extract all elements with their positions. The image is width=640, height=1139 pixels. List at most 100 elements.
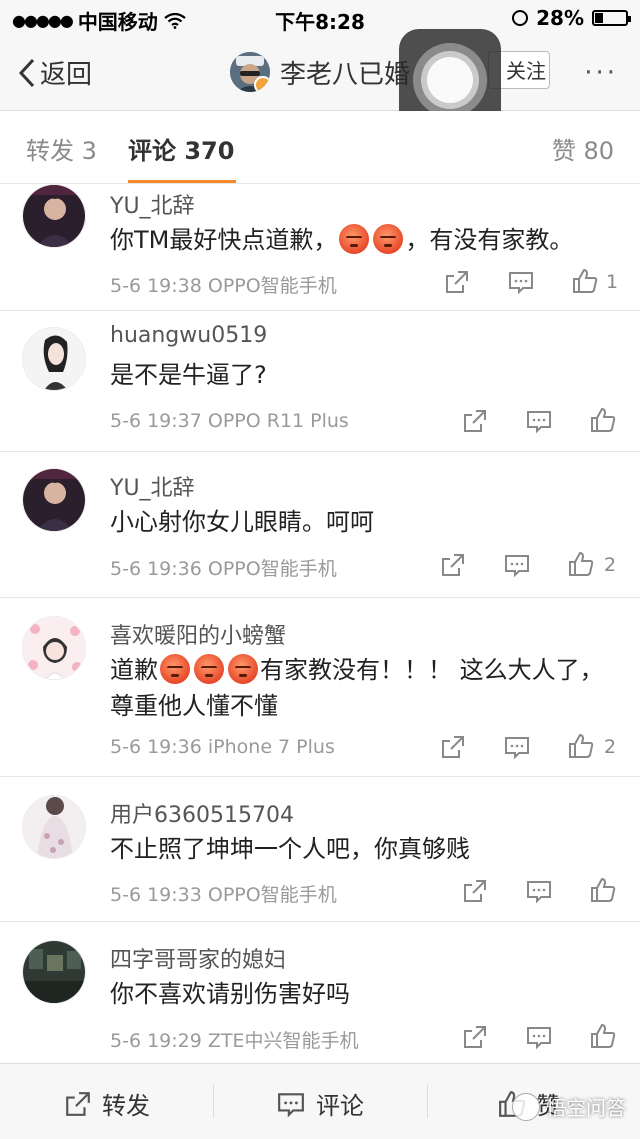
comment-meta: 5-6 19:37 OPPO R11 Plus xyxy=(110,410,349,432)
comment-icon[interactable] xyxy=(508,269,534,295)
angry-emoji-icon xyxy=(228,654,258,684)
bottom-action-bar: 转发 评论 赞 悟空问答 xyxy=(0,1063,640,1139)
comment-meta: 5-6 19:36 OPPO智能手机 xyxy=(110,554,337,581)
comment-icon xyxy=(278,1092,304,1117)
comment-text-part: 你TM最好快点道歉， xyxy=(110,226,338,254)
share-icon[interactable] xyxy=(462,1024,488,1050)
nav-bar: 返回 李老八已婚 关注 ··· xyxy=(0,36,640,111)
comment-meta: 5-6 19:33 OPPO智能手机 xyxy=(110,880,337,907)
comment-text-part: ，有没有家教。 xyxy=(405,226,574,254)
share-icon[interactable] xyxy=(462,878,488,904)
comment-icon[interactable] xyxy=(504,734,530,760)
battery-percent: 28% xyxy=(536,6,584,30)
comment-item: 用户6360515704 不止照了坤坤一个人吧，你真够贱 5-6 19:33 O… xyxy=(0,777,640,922)
comment-meta: 5-6 19:29 ZTE中兴智能手机 xyxy=(110,1026,359,1053)
back-label: 返回 xyxy=(40,60,93,90)
angry-emoji-icon xyxy=(339,224,370,254)
divider xyxy=(213,1084,214,1118)
comment-text: 小心射你女儿眼睛。呵呵 xyxy=(110,508,374,536)
commenter-name[interactable]: 用户6360515704 xyxy=(110,797,294,829)
back-button[interactable]: 返回 xyxy=(18,54,92,91)
verified-badge-icon xyxy=(254,76,270,92)
comment-item: YU_北辞 你TM最好快点道歉， ，有没有家教。 5-6 19:38 OPPO智能… xyxy=(0,184,640,311)
repost-button[interactable]: 转发 xyxy=(64,1086,150,1121)
assistive-ring-inner xyxy=(427,57,473,103)
commenter-avatar[interactable] xyxy=(22,795,86,859)
comment-text-part: 道歉 xyxy=(110,656,158,684)
more-options-button[interactable]: ··· xyxy=(584,58,618,88)
share-icon[interactable] xyxy=(444,269,470,295)
status-right: 28% xyxy=(512,6,631,30)
angry-emoji-icon xyxy=(160,654,190,684)
commenter-name[interactable]: YU_北辞 xyxy=(110,470,195,502)
comment-device: OPPO智能手机 xyxy=(207,275,337,297)
thumbs-up-icon[interactable] xyxy=(590,1023,616,1049)
angry-emoji-icon xyxy=(194,654,224,684)
tab-repost[interactable]: 转发 3 xyxy=(26,131,97,166)
tab-active-indicator xyxy=(128,180,236,183)
angry-emoji-icon xyxy=(373,224,404,254)
comment-text: 你不喜欢请别伤害好吗 xyxy=(110,980,350,1008)
comment-icon[interactable] xyxy=(526,408,552,434)
share-icon[interactable] xyxy=(462,408,488,434)
comment-button[interactable]: 评论 xyxy=(276,1086,364,1121)
share-icon[interactable] xyxy=(440,734,466,760)
back-chevron-icon xyxy=(18,58,35,87)
comment-icon[interactable] xyxy=(526,1024,552,1050)
status-bar: ●●●●● 中国移动 下午8:28 28% xyxy=(0,0,640,36)
thumbs-up-icon[interactable] xyxy=(568,733,594,759)
commenter-avatar[interactable] xyxy=(22,327,86,391)
like-count: 2 xyxy=(604,736,617,758)
watermark-text: 悟空问答 xyxy=(546,1096,626,1120)
divider xyxy=(427,1084,428,1118)
commenter-name[interactable]: huangwu0519 xyxy=(110,323,267,348)
nav-title: 李老八已婚 xyxy=(280,60,411,90)
comment-time: 5-6 19:36 xyxy=(110,558,202,580)
comment-time: 5-6 19:37 xyxy=(110,410,202,432)
comment-icon[interactable] xyxy=(526,878,552,904)
like-count: 1 xyxy=(606,271,619,293)
thumbs-up-icon[interactable] xyxy=(568,551,594,577)
comment-time: 5-6 19:36 xyxy=(110,736,202,758)
comment-meta: 5-6 19:36 iPhone 7 Plus xyxy=(110,736,335,758)
comment-device: OPPO智能手机 xyxy=(207,558,337,580)
comment-item: 四字哥哥家的媳妇 你不喜欢请别伤害好吗 5-6 19:29 ZTE中兴智能手机 xyxy=(0,922,640,1066)
commenter-name[interactable]: 四字哥哥家的媳妇 xyxy=(110,942,286,974)
comment-device: ZTE中兴智能手机 xyxy=(207,1030,359,1052)
watermark: 悟空问答 xyxy=(512,1092,626,1121)
comment-icon[interactable] xyxy=(504,552,530,578)
comment-item: YU_北辞 小心射你女儿眼睛。呵呵 5-6 19:36 OPPO智能手机 2 xyxy=(0,452,640,598)
comment-time: 5-6 19:38 xyxy=(110,275,202,297)
battery-icon xyxy=(592,10,631,26)
comment-device: OPPO智能手机 xyxy=(207,884,337,906)
comment-label: 评论 xyxy=(316,1092,364,1120)
comment-list: YU_北辞 你TM最好快点道歉， ，有没有家教。 5-6 19:38 OPPO智能… xyxy=(0,184,640,1066)
comment-text: 不止照了坤坤一个人吧，你真够贱 xyxy=(110,835,470,863)
share-icon xyxy=(66,1091,90,1116)
comment-item: huangwu0519 是不是牛逼了? 5-6 19:37 OPPO R11 P… xyxy=(0,311,640,452)
commenter-name[interactable]: YU_北辞 xyxy=(110,188,195,220)
repost-label: 转发 xyxy=(102,1092,150,1120)
comment-device: OPPO R11 Plus xyxy=(207,410,349,432)
tab-likes[interactable]: 赞 80 xyxy=(552,131,614,166)
commenter-name[interactable]: 喜欢暖阳的小螃蟹 xyxy=(110,618,286,650)
thumbs-up-icon[interactable] xyxy=(590,877,616,903)
comment-meta: 5-6 19:38 OPPO智能手机 xyxy=(110,271,337,298)
author-avatar[interactable] xyxy=(230,52,270,92)
like-count: 2 xyxy=(604,554,617,576)
comment-text: 是不是牛逼了? xyxy=(110,361,267,389)
comment-text: 道歉 有家教没有！！！ 这么大人了，尊重他人懂不懂 xyxy=(110,652,614,724)
thumbs-up-icon[interactable] xyxy=(590,407,616,433)
tab-comments[interactable]: 评论 370 xyxy=(128,131,234,166)
commenter-avatar[interactable] xyxy=(22,184,86,248)
commenter-avatar[interactable] xyxy=(22,468,86,532)
share-icon[interactable] xyxy=(440,552,466,578)
commenter-avatar[interactable] xyxy=(22,940,86,1004)
commenter-avatar[interactable] xyxy=(22,616,86,680)
thumbs-up-icon[interactable] xyxy=(572,268,598,294)
rotation-lock-icon xyxy=(512,10,529,26)
comment-time: 5-6 19:33 xyxy=(110,884,202,906)
battery-fill xyxy=(595,13,603,23)
comment-item: 喜欢暖阳的小螃蟹 道歉 有家教没有！！！ 这么大人了，尊重他人懂不懂 5-6 19… xyxy=(0,598,640,777)
tab-bar: 转发 3 评论 370 赞 80 xyxy=(0,111,640,184)
